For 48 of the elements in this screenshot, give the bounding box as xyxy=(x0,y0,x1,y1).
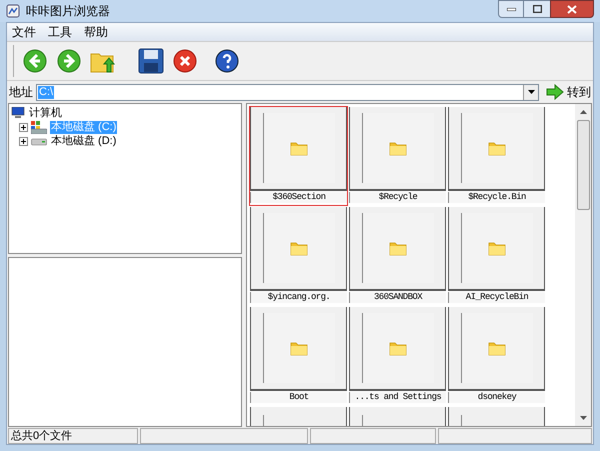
thumbnail-label: 360SANDBOX xyxy=(349,292,446,303)
expand-icon[interactable] xyxy=(19,122,28,132)
thumbnail-tile[interactable] xyxy=(349,107,446,191)
thumbnail-label: Boot xyxy=(250,392,347,403)
computer-icon xyxy=(11,107,25,119)
thumbnail-label: $Recycle xyxy=(349,192,446,203)
expand-icon[interactable] xyxy=(19,136,28,146)
tree-item[interactable]: 本地磁盘 (D:) xyxy=(50,134,118,148)
scroll-thumb[interactable] xyxy=(576,120,590,210)
close-icon xyxy=(567,4,577,14)
thumbnail-tile[interactable] xyxy=(448,207,545,291)
go-button[interactable]: 转到 xyxy=(542,83,591,101)
right-arrow-icon xyxy=(546,84,564,100)
help-icon xyxy=(215,49,239,73)
drive-icon xyxy=(31,120,47,134)
window-title: 咔咔图片浏览器 xyxy=(26,3,110,20)
thumbnail-label: $360Section xyxy=(250,192,347,203)
caret-icon xyxy=(528,90,534,94)
thumbnail-tile[interactable] xyxy=(448,307,545,391)
scrollbar[interactable] xyxy=(575,104,591,426)
close-button[interactable] xyxy=(550,0,594,18)
thumbnail-label: dsonekey xyxy=(448,392,545,403)
thumbnail-tile[interactable] xyxy=(250,107,347,191)
scroll-down-icon[interactable] xyxy=(580,416,586,420)
thumbnail-tile[interactable] xyxy=(349,207,446,291)
tree-item[interactable]: 计算机 xyxy=(28,106,63,120)
maximize-icon xyxy=(532,5,542,13)
menu-item[interactable]: 文件 xyxy=(12,23,36,41)
thumbnail-tile[interactable] xyxy=(349,307,446,391)
thumbnail-tile[interactable] xyxy=(448,107,545,191)
menu-item[interactable]: 工具 xyxy=(48,23,72,41)
thumbnail-label: $Recycle.Bin xyxy=(448,192,545,203)
menu-item[interactable]: 帮助 xyxy=(84,23,108,41)
thumbnail-tile[interactable] xyxy=(250,207,347,291)
minimize-icon xyxy=(506,8,516,10)
maximize-button[interactable] xyxy=(524,0,550,18)
thumbnail-label: AI_RecycleBin xyxy=(448,292,545,303)
thumbnail-label: ...ts and Settings xyxy=(349,392,446,403)
status-text: 总共0个文件 xyxy=(8,428,138,444)
dropdown-button[interactable] xyxy=(523,84,538,100)
minimize-button[interactable] xyxy=(498,0,524,18)
thumbnail-label: $yincang.org. xyxy=(250,292,347,303)
scroll-up-icon[interactable] xyxy=(580,110,586,114)
drive-icon xyxy=(31,136,47,146)
address-label: 地址 xyxy=(9,84,33,101)
thumbnail-tile[interactable] xyxy=(250,307,347,391)
app-icon xyxy=(6,4,20,18)
close-circle-icon xyxy=(173,49,197,73)
